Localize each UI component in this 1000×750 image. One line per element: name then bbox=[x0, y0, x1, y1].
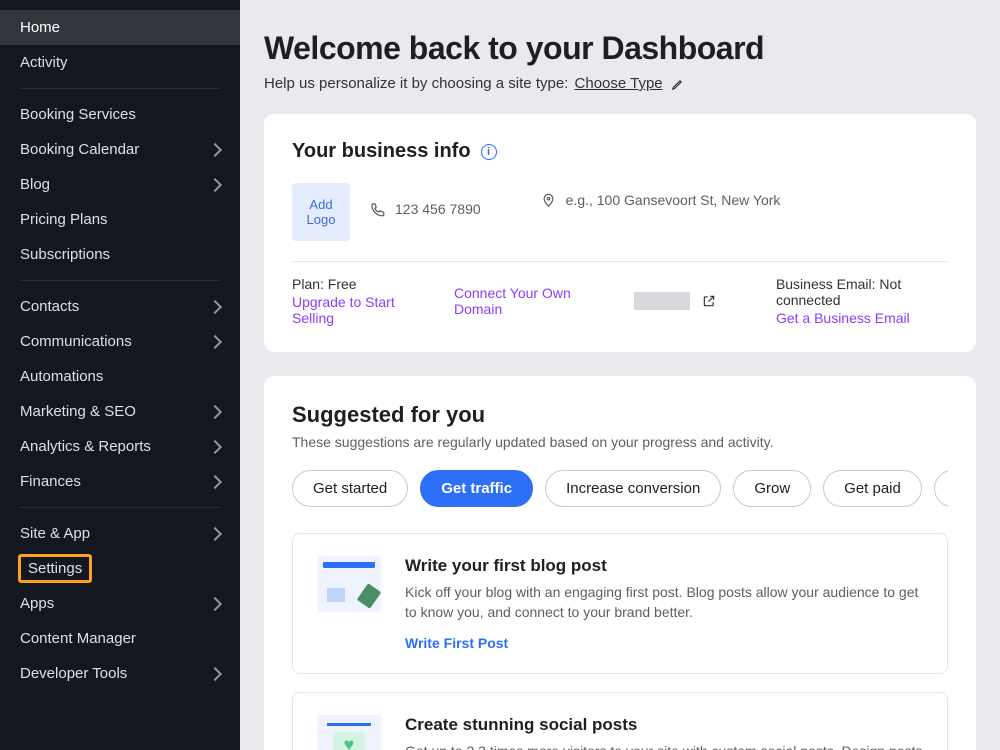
sidebar-item-label: Apps bbox=[20, 595, 54, 612]
sidebar-item-label: Marketing & SEO bbox=[20, 403, 136, 420]
filter-pills: Get started Get traffic Increase conversio… bbox=[292, 470, 948, 507]
sidebar-separator bbox=[20, 280, 220, 281]
suggestion-card: Write your first blog post Kick off your … bbox=[292, 533, 948, 674]
suggestion-title: Write your first blog post bbox=[405, 556, 923, 576]
suggested-heading: Suggested for you bbox=[292, 402, 948, 428]
add-logo-button[interactable]: Add Logo bbox=[292, 183, 350, 241]
sidebar-item-blog[interactable]: Blog bbox=[0, 167, 240, 202]
address-field[interactable]: e.g., 100 Gansevoort St, New York bbox=[541, 183, 781, 217]
sidebar-item-label: Communications bbox=[20, 333, 132, 350]
sidebar-item-settings[interactable]: Settings bbox=[18, 554, 92, 583]
sidebar-item-developer-tools[interactable]: Developer Tools bbox=[0, 656, 240, 691]
phone-field[interactable]: 123 456 7890 bbox=[370, 201, 481, 217]
upgrade-link[interactable]: Upgrade to Start Selling bbox=[292, 294, 424, 326]
suggestion-title: Create stunning social posts bbox=[405, 715, 923, 735]
info-icon[interactable]: i bbox=[481, 144, 497, 160]
chevron-right-icon bbox=[208, 404, 222, 418]
chevron-right-icon bbox=[208, 334, 222, 348]
sidebar-item-booking-services[interactable]: Booking Services bbox=[0, 97, 240, 132]
filter-pill-grow[interactable]: Grow bbox=[733, 470, 811, 507]
sidebar-item-content-manager[interactable]: Content Manager bbox=[0, 621, 240, 656]
sidebar-item-label: Blog bbox=[20, 176, 50, 193]
chevron-right-icon bbox=[208, 299, 222, 313]
sidebar-item-analytics-reports[interactable]: Analytics & Reports bbox=[0, 429, 240, 464]
sidebar: Home Activity Booking Services Booking Cale… bbox=[0, 0, 240, 750]
sidebar-item-communications[interactable]: Communications bbox=[0, 324, 240, 359]
suggestion-card: ♥ Create stunning social posts Get up to 2… bbox=[292, 692, 948, 750]
business-email-label: Business Email: Not connected bbox=[776, 276, 948, 308]
get-business-email-link[interactable]: Get a Business Email bbox=[776, 310, 948, 326]
phone-icon bbox=[370, 202, 385, 217]
business-info-card: Your business info i Add Logo 123 456 78… bbox=[264, 114, 976, 352]
sidebar-item-label: Automations bbox=[20, 368, 103, 385]
chevron-right-icon bbox=[208, 439, 222, 453]
location-icon bbox=[541, 193, 556, 208]
sidebar-item-site-app[interactable]: Site & App bbox=[0, 516, 240, 551]
sidebar-item-activity[interactable]: Activity bbox=[0, 45, 240, 80]
sidebar-item-finances[interactable]: Finances bbox=[0, 464, 240, 499]
filter-pill-community[interactable]: Community bbox=[934, 470, 948, 507]
plan-label: Plan: Free bbox=[292, 276, 424, 292]
sidebar-item-contacts[interactable]: Contacts bbox=[0, 289, 240, 324]
suggestion-desc: Get up to 2.3 times more visitors to you… bbox=[405, 741, 923, 750]
sidebar-separator bbox=[20, 507, 220, 508]
sidebar-item-label: Analytics & Reports bbox=[20, 438, 151, 455]
suggested-card: Suggested for you These suggestions are … bbox=[264, 376, 976, 750]
sidebar-item-label: Content Manager bbox=[20, 630, 136, 647]
chevron-right-icon bbox=[208, 177, 222, 191]
business-info-heading: Your business info bbox=[292, 140, 471, 163]
sidebar-item-home[interactable]: Home bbox=[0, 10, 240, 45]
choose-type-link[interactable]: Choose Type bbox=[575, 75, 663, 92]
suggestion-desc: Kick off your blog with an engaging firs… bbox=[405, 582, 923, 623]
external-link-icon[interactable] bbox=[702, 294, 716, 308]
filter-pill-get-traffic[interactable]: Get traffic bbox=[420, 470, 533, 507]
sidebar-item-label: Site & App bbox=[20, 525, 90, 542]
sidebar-item-label: Pricing Plans bbox=[20, 211, 108, 228]
domain-placeholder bbox=[634, 292, 690, 310]
sidebar-item-label: Activity bbox=[20, 54, 68, 71]
chevron-right-icon bbox=[208, 142, 222, 156]
sidebar-item-marketing-seo[interactable]: Marketing & SEO bbox=[0, 394, 240, 429]
sidebar-item-subscriptions[interactable]: Subscriptions bbox=[0, 237, 240, 272]
page-subtitle: Help us personalize it by choosing a sit… bbox=[264, 75, 976, 92]
chevron-right-icon bbox=[208, 596, 222, 610]
chevron-right-icon bbox=[208, 526, 222, 540]
filter-pill-increase-conversion[interactable]: Increase conversion bbox=[545, 470, 721, 507]
sidebar-item-automations[interactable]: Automations bbox=[0, 359, 240, 394]
main-content: Welcome back to your Dashboard Help us p… bbox=[240, 0, 1000, 750]
edit-icon[interactable] bbox=[671, 77, 685, 91]
suggested-subtitle: These suggestions are regularly updated … bbox=[292, 434, 948, 450]
connect-domain-link[interactable]: Connect Your Own Domain bbox=[454, 285, 604, 317]
suggestion-cta[interactable]: Write First Post bbox=[405, 635, 923, 651]
sidebar-item-label: Contacts bbox=[20, 298, 79, 315]
blog-illustration bbox=[317, 556, 381, 612]
sidebar-item-label: Home bbox=[20, 19, 60, 36]
sidebar-item-label: Finances bbox=[20, 473, 81, 490]
page-title: Welcome back to your Dashboard bbox=[264, 30, 976, 67]
filter-pill-get-paid[interactable]: Get paid bbox=[823, 470, 922, 507]
sidebar-item-apps[interactable]: Apps bbox=[0, 586, 240, 621]
filter-pill-get-started[interactable]: Get started bbox=[292, 470, 408, 507]
sidebar-item-label: Subscriptions bbox=[20, 246, 110, 263]
sidebar-separator bbox=[20, 88, 220, 89]
chevron-right-icon bbox=[208, 666, 222, 680]
sidebar-item-label: Developer Tools bbox=[20, 665, 127, 682]
sidebar-item-pricing-plans[interactable]: Pricing Plans bbox=[0, 202, 240, 237]
social-illustration: ♥ bbox=[317, 715, 381, 750]
sidebar-item-label: Booking Services bbox=[20, 106, 136, 123]
chevron-right-icon bbox=[208, 474, 222, 488]
sidebar-item-label: Booking Calendar bbox=[20, 141, 139, 158]
sidebar-item-booking-calendar[interactable]: Booking Calendar bbox=[0, 132, 240, 167]
